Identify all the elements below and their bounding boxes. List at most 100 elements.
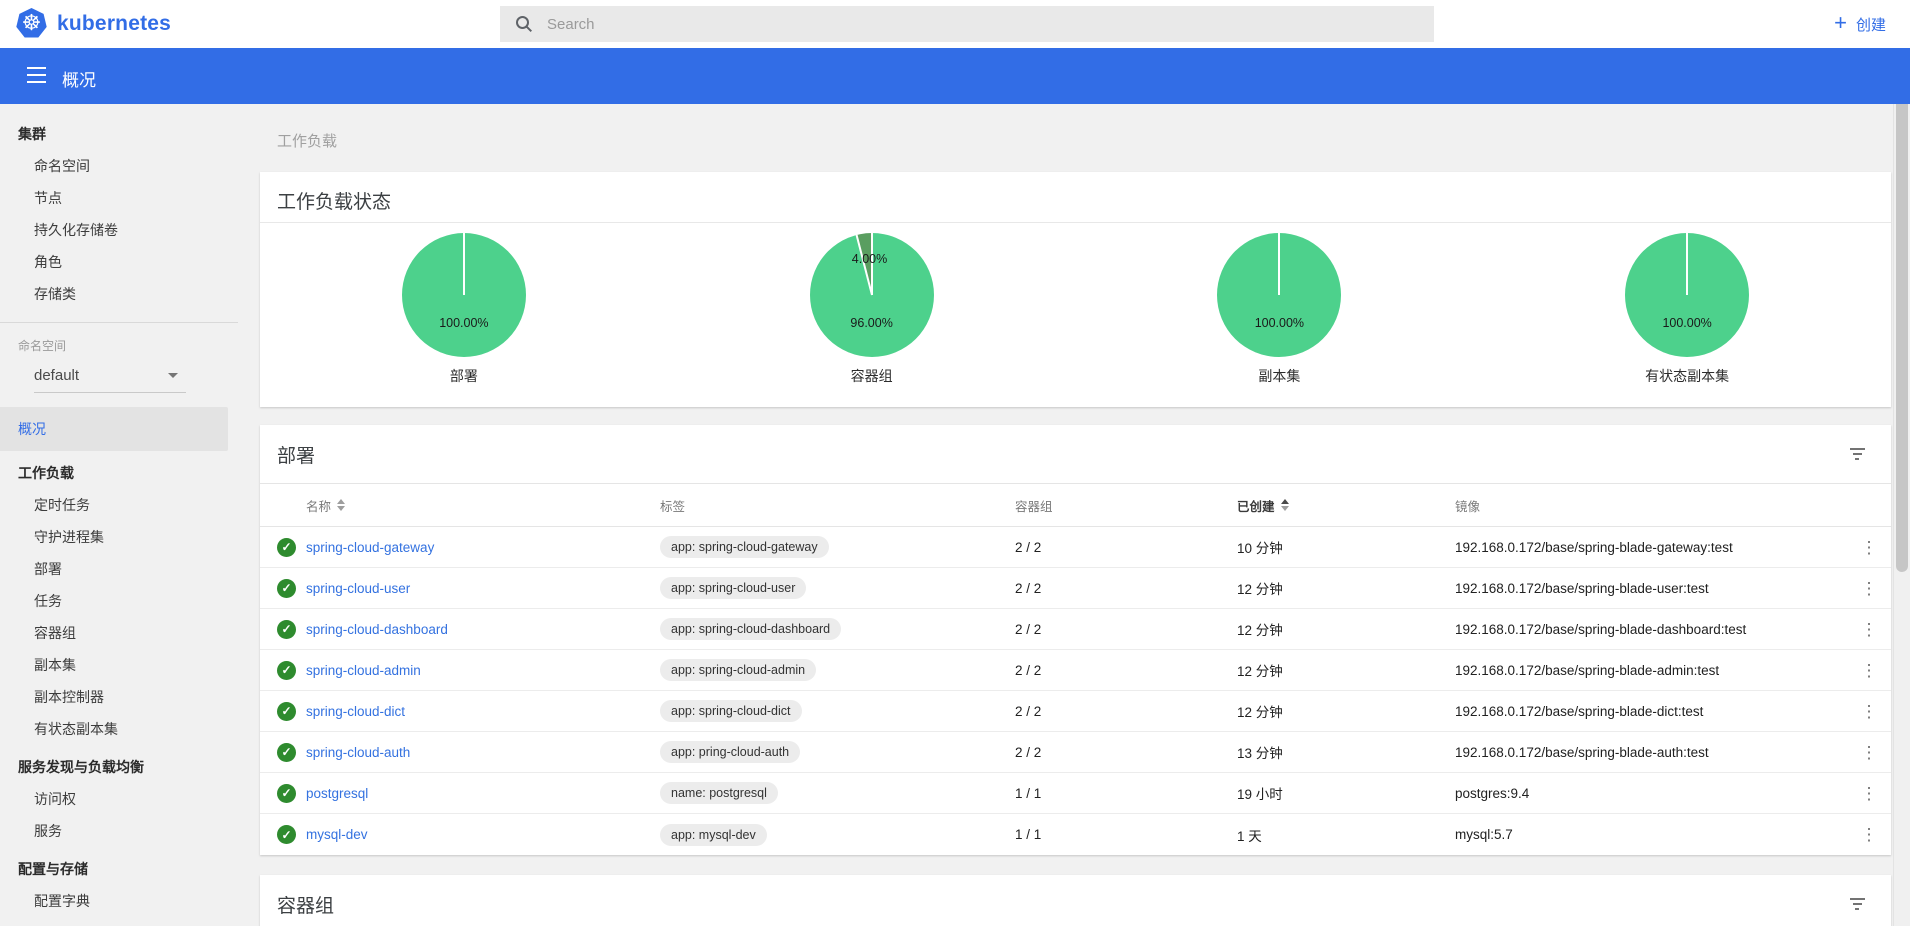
filter-icon[interactable] (1849, 898, 1865, 910)
column-header-images: 镜像 (1455, 496, 1847, 515)
pie-slice-separator (1686, 233, 1688, 295)
sidebar-item[interactable]: 存储类 (0, 278, 238, 310)
status-ok-icon: ✓ (277, 620, 296, 639)
pods-count: 2 / 2 (1015, 745, 1237, 760)
column-label: 已创建 (1237, 496, 1275, 515)
sidebar-item-overview[interactable]: 概况 (0, 407, 228, 451)
chevron-down-icon (168, 373, 178, 378)
deployment-row: ✓spring-cloud-gatewayapp: spring-cloud-g… (260, 527, 1891, 568)
pie-chart-pods: 96.00%4.00% 容器组 (668, 233, 1076, 386)
main-content: 工作负载 工作负载状态 100.00% 部署 96.00%4.00% 容器组 1… (260, 104, 1891, 926)
pie: 96.00%4.00% (810, 233, 934, 357)
sidebar-item[interactable]: 部署 (0, 553, 238, 585)
deployment-name-link[interactable]: spring-cloud-dict (306, 704, 405, 719)
pie-category-label: 部署 (450, 366, 478, 386)
row-menu-icon[interactable]: ⋮ (1861, 662, 1878, 679)
created-age: 12 分钟 (1237, 578, 1455, 598)
sidebar-item[interactable]: 副本集 (0, 649, 238, 681)
row-menu-icon[interactable]: ⋮ (1861, 826, 1878, 843)
row-menu-icon[interactable]: ⋮ (1861, 539, 1878, 556)
created-age: 12 分钟 (1237, 701, 1455, 721)
deployment-name-link[interactable]: spring-cloud-auth (306, 745, 410, 760)
deployment-name-link[interactable]: spring-cloud-user (306, 581, 410, 596)
pie-charts: 100.00% 部署 96.00%4.00% 容器组 100.00% 副本集 1… (260, 233, 1891, 386)
image-name: mysql:5.7 (1455, 827, 1847, 842)
deployment-name-link[interactable]: spring-cloud-gateway (306, 540, 434, 555)
row-menu-icon[interactable]: ⋮ (1861, 580, 1878, 597)
deployment-name-link[interactable]: postgresql (306, 786, 368, 801)
card-title: 容器组 (277, 891, 334, 918)
topbar: ☸ kubernetes + 创建 (0, 0, 1910, 48)
created-age: 19 小时 (1237, 783, 1455, 803)
card-title: 部署 (277, 441, 315, 468)
sidebar-section-workloads[interactable]: 工作负载 (0, 457, 238, 489)
sidebar-section-cluster[interactable]: 集群 (0, 118, 238, 150)
app-header: 概况 (0, 48, 1910, 104)
search-bar[interactable] (500, 6, 1434, 42)
label-chip: app: mysql-dev (660, 824, 767, 846)
sort-arrows-icon (1281, 499, 1289, 511)
search-input[interactable] (547, 16, 1347, 33)
label-chip: name: postgresql (660, 782, 778, 804)
status-ok-icon: ✓ (277, 784, 296, 803)
create-button[interactable]: + 创建 (1834, 0, 1886, 48)
column-label: 容器组 (1015, 496, 1053, 515)
created-age: 12 分钟 (1237, 619, 1455, 639)
deployments-card: 部署 名称标签容器组已创建镜像 ✓spring-cloud-gatewayapp… (260, 425, 1891, 855)
deployments-table-body: ✓spring-cloud-gatewayapp: spring-cloud-g… (260, 527, 1891, 855)
deployment-name-link[interactable]: mysql-dev (306, 827, 368, 842)
deployment-row: ✓spring-cloud-dashboardapp: spring-cloud… (260, 609, 1891, 650)
image-name: postgres:9.4 (1455, 786, 1847, 801)
status-ok-icon: ✓ (277, 743, 296, 762)
sidebar-item[interactable]: 节点 (0, 182, 238, 214)
namespace-select[interactable]: default (34, 359, 186, 393)
column-label: 名称 (306, 496, 331, 515)
pie: 100.00% (402, 233, 526, 357)
cluster-item-list: 命名空间节点持久化存储卷角色存储类 (0, 150, 238, 310)
sidebar-section-config[interactable]: 配置与存储 (0, 853, 238, 885)
sidebar-section-discovery[interactable]: 服务发现与负载均衡 (0, 751, 238, 783)
sidebar-item[interactable]: 容器组 (0, 617, 238, 649)
column-header-created[interactable]: 已创建 (1237, 496, 1455, 515)
sidebar-item[interactable]: 配置字典 (0, 885, 238, 917)
namespace-label: 命名空间 (0, 323, 238, 359)
sidebar-item[interactable]: 服务 (0, 815, 238, 847)
column-header-name[interactable]: 名称 (306, 496, 660, 515)
row-menu-icon[interactable]: ⋮ (1861, 703, 1878, 720)
sidebar-item[interactable]: 定时任务 (0, 489, 238, 521)
column-label: 镜像 (1455, 496, 1480, 515)
deployment-name-link[interactable]: spring-cloud-admin (306, 663, 421, 678)
sidebar-item[interactable]: 访问权 (0, 783, 238, 815)
scrollbar-track[interactable] (1893, 0, 1910, 926)
pods-count: 1 / 1 (1015, 786, 1237, 801)
sidebar-item[interactable]: 角色 (0, 246, 238, 278)
pie-percent-label: 100.00% (439, 316, 488, 330)
filter-icon[interactable] (1849, 448, 1865, 460)
label-chip: app: spring-cloud-admin (660, 659, 816, 681)
menu-icon[interactable] (27, 67, 46, 83)
config-item-list: 配置字典 (0, 885, 238, 917)
pie-category-label: 容器组 (851, 366, 893, 386)
status-ok-icon: ✓ (277, 579, 296, 598)
ship-wheel-glyph: ☸ (22, 12, 42, 34)
sidebar-item[interactable]: 命名空间 (0, 150, 238, 182)
sidebar-item[interactable]: 副本控制器 (0, 681, 238, 713)
pie-secondary-percent-label: 4.00% (852, 252, 887, 266)
created-age: 13 分钟 (1237, 742, 1455, 762)
deployment-name-link[interactable]: spring-cloud-dashboard (306, 622, 448, 637)
row-menu-icon[interactable]: ⋮ (1861, 785, 1878, 802)
sidebar-item[interactable]: 守护进程集 (0, 521, 238, 553)
sort-arrows-icon (337, 499, 345, 511)
sidebar-item[interactable]: 有状态副本集 (0, 713, 238, 745)
brand-name: kubernetes (57, 12, 171, 36)
row-menu-icon[interactable]: ⋮ (1861, 744, 1878, 761)
pods-count: 2 / 2 (1015, 663, 1237, 678)
pie: 100.00% (1217, 233, 1341, 357)
row-menu-icon[interactable]: ⋮ (1861, 621, 1878, 638)
pods-card: 容器组 (260, 875, 1891, 926)
sidebar-item[interactable]: 持久化存储卷 (0, 214, 238, 246)
status-ok-icon: ✓ (277, 702, 296, 721)
breadcrumb: 工作负载 (277, 130, 337, 151)
pie-slice-separator (463, 233, 465, 295)
sidebar-item[interactable]: 任务 (0, 585, 238, 617)
